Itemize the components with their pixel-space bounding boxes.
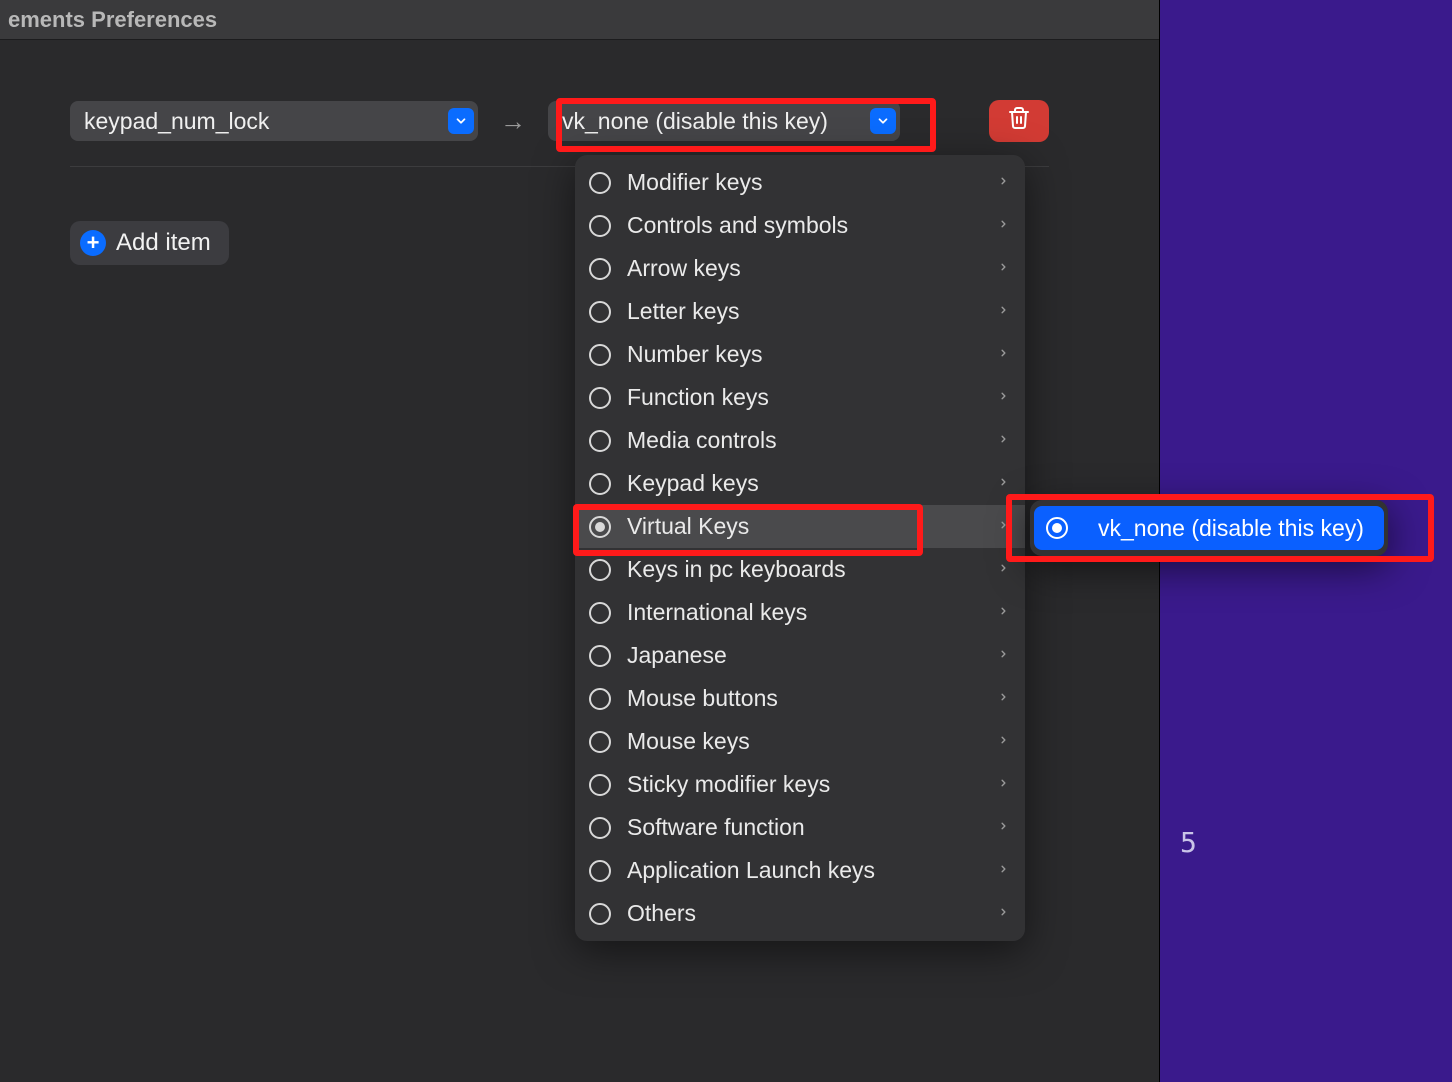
- chevron-right-icon: [998, 901, 1009, 927]
- chevron-right-icon: [998, 428, 1009, 454]
- chevron-down-icon: [448, 108, 474, 134]
- chevron-right-icon: [998, 385, 1009, 411]
- chevron-right-icon: [998, 729, 1009, 755]
- chevron-right-icon: [998, 514, 1009, 540]
- radio-icon: [589, 602, 611, 624]
- radio-icon: [589, 559, 611, 581]
- window-title: ements Preferences: [8, 7, 217, 33]
- menu-item-controls-and-symbols[interactable]: Controls and symbols: [575, 204, 1025, 247]
- menu-item-label: Arrow keys: [627, 255, 998, 282]
- radio-icon: [589, 688, 611, 710]
- submenu-item-vk-none-disable-this-key-[interactable]: vk_none (disable this key): [1034, 506, 1384, 550]
- to-key-dropdown[interactable]: vk_none (disable this key): [548, 101, 900, 141]
- window-titlebar: ements Preferences: [0, 0, 1159, 40]
- menu-item-label: Controls and symbols: [627, 212, 998, 239]
- menu-item-label: International keys: [627, 599, 998, 626]
- menu-item-virtual-keys[interactable]: Virtual Keys: [575, 505, 1025, 548]
- from-key-value: keypad_num_lock: [84, 108, 269, 135]
- chevron-right-icon: [998, 471, 1009, 497]
- menu-item-label: Media controls: [627, 427, 998, 454]
- radio-icon: [589, 215, 611, 237]
- menu-item-label: Mouse keys: [627, 728, 998, 755]
- menu-item-label: Sticky modifier keys: [627, 771, 998, 798]
- menu-item-japanese[interactable]: Japanese: [575, 634, 1025, 677]
- menu-item-others[interactable]: Others: [575, 892, 1025, 935]
- background-character: 5: [1180, 826, 1197, 859]
- radio-icon: [589, 387, 611, 409]
- delete-mapping-button[interactable]: [989, 100, 1049, 142]
- chevron-down-icon: [870, 108, 896, 134]
- menu-item-label: Letter keys: [627, 298, 998, 325]
- menu-item-label: Number keys: [627, 341, 998, 368]
- chevron-right-icon: [998, 557, 1009, 583]
- menu-item-sticky-modifier-keys[interactable]: Sticky modifier keys: [575, 763, 1025, 806]
- radio-icon: [589, 645, 611, 667]
- radio-icon: [589, 430, 611, 452]
- menu-item-mouse-buttons[interactable]: Mouse buttons: [575, 677, 1025, 720]
- radio-icon: [589, 344, 611, 366]
- menu-item-keypad-keys[interactable]: Keypad keys: [575, 462, 1025, 505]
- menu-item-label: Modifier keys: [627, 169, 998, 196]
- menu-item-function-keys[interactable]: Function keys: [575, 376, 1025, 419]
- menu-item-label: Application Launch keys: [627, 857, 998, 884]
- menu-item-letter-keys[interactable]: Letter keys: [575, 290, 1025, 333]
- to-key-value: vk_none (disable this key): [562, 108, 828, 135]
- from-key-dropdown[interactable]: keypad_num_lock: [70, 101, 478, 141]
- radio-icon: [589, 516, 611, 538]
- mapping-arrow-icon: →: [500, 106, 526, 137]
- submenu-item-label: vk_none (disable this key): [1098, 515, 1364, 542]
- menu-item-number-keys[interactable]: Number keys: [575, 333, 1025, 376]
- radio-icon: [589, 473, 611, 495]
- menu-item-label: Software function: [627, 814, 998, 841]
- radio-icon: [589, 258, 611, 280]
- chevron-right-icon: [998, 686, 1009, 712]
- menu-item-label: Function keys: [627, 384, 998, 411]
- chevron-right-icon: [998, 256, 1009, 282]
- chevron-right-icon: [998, 342, 1009, 368]
- menu-item-keys-in-pc-keyboards[interactable]: Keys in pc keyboards: [575, 548, 1025, 591]
- radio-icon: [1046, 517, 1068, 539]
- plus-circle-icon: +: [80, 230, 106, 256]
- menu-item-media-controls[interactable]: Media controls: [575, 419, 1025, 462]
- radio-icon: [589, 301, 611, 323]
- chevron-right-icon: [998, 213, 1009, 239]
- chevron-right-icon: [998, 299, 1009, 325]
- menu-item-arrow-keys[interactable]: Arrow keys: [575, 247, 1025, 290]
- chevron-right-icon: [998, 815, 1009, 841]
- menu-item-label: Japanese: [627, 642, 998, 669]
- radio-icon: [589, 172, 611, 194]
- menu-item-application-launch-keys[interactable]: Application Launch keys: [575, 849, 1025, 892]
- chevron-right-icon: [998, 600, 1009, 626]
- radio-icon: [589, 731, 611, 753]
- menu-item-software-function[interactable]: Software function: [575, 806, 1025, 849]
- menu-item-mouse-keys[interactable]: Mouse keys: [575, 720, 1025, 763]
- chevron-right-icon: [998, 858, 1009, 884]
- menu-item-label: Keys in pc keyboards: [627, 556, 998, 583]
- radio-icon: [589, 860, 611, 882]
- menu-item-label: Virtual Keys: [627, 513, 998, 540]
- menu-item-international-keys[interactable]: International keys: [575, 591, 1025, 634]
- radio-icon: [589, 817, 611, 839]
- menu-item-label: Mouse buttons: [627, 685, 998, 712]
- chevron-right-icon: [998, 772, 1009, 798]
- chevron-right-icon: [998, 170, 1009, 196]
- add-item-label: Add item: [116, 229, 211, 257]
- radio-icon: [589, 903, 611, 925]
- add-item-button[interactable]: + Add item: [70, 221, 229, 265]
- menu-item-modifier-keys[interactable]: Modifier keys: [575, 161, 1025, 204]
- key-submenu: vk_none (disable this key): [1030, 500, 1388, 556]
- radio-icon: [589, 774, 611, 796]
- trash-icon: [1007, 105, 1031, 138]
- menu-item-label: Keypad keys: [627, 470, 998, 497]
- key-category-menu: Modifier keys Controls and symbols Arrow k…: [575, 155, 1025, 941]
- chevron-right-icon: [998, 643, 1009, 669]
- menu-item-label: Others: [627, 900, 998, 927]
